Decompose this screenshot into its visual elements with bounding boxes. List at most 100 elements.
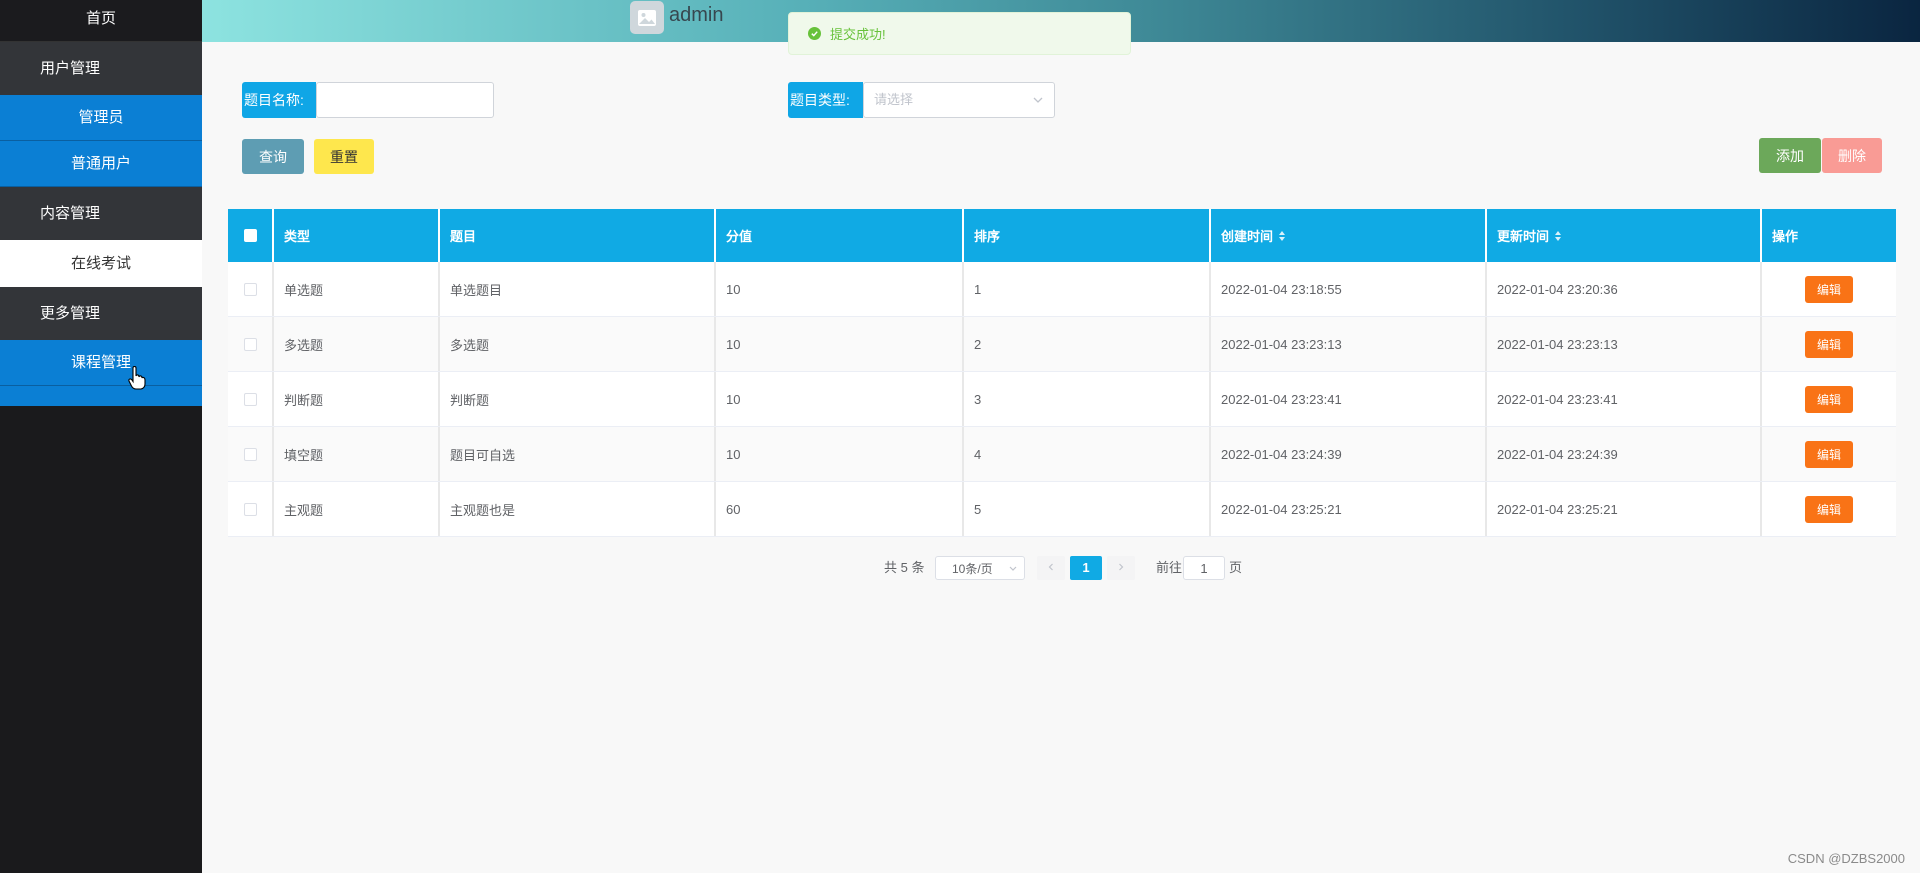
add-button[interactable]: 添加 [1759, 138, 1821, 173]
select-all-cell [228, 209, 274, 262]
table-body: 单选题 单选题目 10 1 2022-01-04 23:18:55 2022-0… [228, 262, 1896, 537]
cell-order: 3 [964, 372, 1211, 426]
sidebar-item-regular-users[interactable]: 普通用户 [0, 141, 202, 187]
cell-type: 主观题 [274, 482, 440, 536]
page-size-value: 10条/页 [952, 562, 993, 576]
cell-order: 1 [964, 262, 1211, 316]
cell-score: 10 [716, 427, 964, 481]
cell-actions: 编辑 [1762, 317, 1896, 371]
cell-title: 题目可自选 [440, 427, 716, 481]
cell-actions: 编辑 [1762, 427, 1896, 481]
cell-updated: 2022-01-04 23:23:41 [1487, 372, 1762, 426]
chevron-down-icon [1009, 566, 1017, 571]
cell-actions: 编辑 [1762, 372, 1896, 426]
chevron-left-icon [1048, 563, 1053, 571]
column-header-updated[interactable]: 更新时间 [1487, 209, 1762, 262]
cell-updated: 2022-01-04 23:23:13 [1487, 317, 1762, 371]
cell-score: 10 [716, 372, 964, 426]
watermark: CSDN @DZBS2000 [1787, 851, 1905, 866]
prev-page-button[interactable] [1037, 556, 1065, 580]
cell-type: 填空题 [274, 427, 440, 481]
toast-message: 提交成功! [830, 27, 886, 42]
row-checkbox[interactable] [243, 282, 257, 296]
success-toast: 提交成功! [788, 12, 1131, 55]
column-header-order: 排序 [964, 209, 1211, 262]
row-checkbox[interactable] [243, 392, 257, 406]
edit-button[interactable]: 编辑 [1805, 275, 1853, 303]
image-icon [638, 9, 656, 26]
sort-icon[interactable] [1554, 230, 1562, 242]
column-header-type: 类型 [274, 209, 440, 262]
query-button[interactable]: 查询 [242, 139, 304, 174]
row-select-cell [228, 482, 274, 536]
reset-button[interactable]: 重置 [314, 139, 374, 174]
questions-table: 类型 题目 分值 排序 创建时间 更新时间 操作 单选题 单选题目 10 1 2… [228, 209, 1896, 537]
cell-created: 2022-01-04 23:23:13 [1211, 317, 1487, 371]
pagination-total: 共 5 条 [884, 560, 925, 575]
select-all-checkbox[interactable] [243, 229, 257, 242]
hand-cursor-icon [128, 366, 146, 390]
goto-label: 前往 [1156, 560, 1183, 575]
page-size-select[interactable]: 10条/页 [935, 556, 1025, 580]
edit-button[interactable]: 编辑 [1805, 495, 1853, 523]
sort-icon[interactable] [1278, 230, 1286, 242]
delete-button[interactable]: 删除 [1822, 138, 1882, 173]
cell-created: 2022-01-04 23:23:41 [1211, 372, 1487, 426]
cell-title: 判断题 [440, 372, 716, 426]
page-number-current[interactable]: 1 [1070, 556, 1102, 580]
cell-updated: 2022-01-04 23:20:36 [1487, 262, 1762, 316]
cell-order: 2 [964, 317, 1211, 371]
next-page-button[interactable] [1107, 556, 1135, 580]
cell-type: 单选题 [274, 262, 440, 316]
row-select-cell [228, 427, 274, 481]
check-circle-icon [808, 27, 821, 40]
title-name-label: 题目名称: [242, 82, 316, 118]
cell-actions: 编辑 [1762, 482, 1896, 536]
sidebar-item-admins[interactable]: 管理员 [0, 95, 202, 141]
cell-order: 4 [964, 427, 1211, 481]
edit-button[interactable]: 编辑 [1805, 440, 1853, 468]
cell-created: 2022-01-04 23:18:55 [1211, 262, 1487, 316]
title-name-input[interactable] [316, 82, 494, 118]
cell-score: 60 [716, 482, 964, 536]
cell-created: 2022-01-04 23:24:39 [1211, 427, 1487, 481]
chevron-right-icon [1119, 563, 1124, 571]
sidebar-item-home[interactable]: 首页 [0, 0, 202, 42]
column-header-created[interactable]: 创建时间 [1211, 209, 1487, 262]
column-header-score: 分值 [716, 209, 964, 262]
sidebar-item-online-exam[interactable]: 在线考试 [0, 240, 202, 287]
table-row: 单选题 单选题目 10 1 2022-01-04 23:18:55 2022-0… [228, 262, 1896, 317]
username-label[interactable]: admin [669, 4, 723, 27]
table-row: 填空题 题目可自选 10 4 2022-01-04 23:24:39 2022-… [228, 427, 1896, 482]
sidebar-item-partial[interactable] [0, 386, 202, 406]
row-select-cell [228, 317, 274, 371]
sidebar-group-more-management[interactable]: 更多管理 [0, 287, 202, 340]
title-type-label: 题目类型: [788, 82, 863, 118]
edit-button[interactable]: 编辑 [1805, 330, 1853, 358]
table-row: 多选题 多选题 10 2 2022-01-04 23:23:13 2022-01… [228, 317, 1896, 372]
table-header: 类型 题目 分值 排序 创建时间 更新时间 操作 [228, 209, 1896, 262]
table-row: 主观题 主观题也是 60 5 2022-01-04 23:25:21 2022-… [228, 482, 1896, 537]
cell-score: 10 [716, 317, 964, 371]
title-type-select[interactable]: 请选择 [863, 82, 1055, 118]
cell-updated: 2022-01-04 23:25:21 [1487, 482, 1762, 536]
column-header-actions: 操作 [1772, 229, 1799, 244]
sidebar-group-content-management[interactable]: 内容管理 [0, 187, 202, 240]
row-select-cell [228, 372, 274, 426]
avatar[interactable] [630, 1, 664, 34]
pagination: 共 5 条 10条/页 1 前往 1 页 [0, 556, 1920, 580]
row-checkbox[interactable] [243, 447, 257, 461]
goto-page-input[interactable]: 1 [1183, 556, 1225, 580]
edit-button[interactable]: 编辑 [1805, 385, 1853, 413]
cell-title: 主观题也是 [440, 482, 716, 536]
row-select-cell [228, 262, 274, 316]
column-header-created-label: 创建时间 [1221, 229, 1274, 244]
column-header-title: 题目 [440, 209, 716, 262]
row-checkbox[interactable] [243, 502, 257, 516]
cell-created: 2022-01-04 23:25:21 [1211, 482, 1487, 536]
cell-title: 多选题 [440, 317, 716, 371]
row-checkbox[interactable] [243, 337, 257, 351]
sidebar-item-course-management[interactable]: 课程管理 [0, 340, 202, 386]
title-type-placeholder: 请选择 [874, 92, 914, 107]
sidebar-group-user-management[interactable]: 用户管理 [0, 42, 202, 95]
